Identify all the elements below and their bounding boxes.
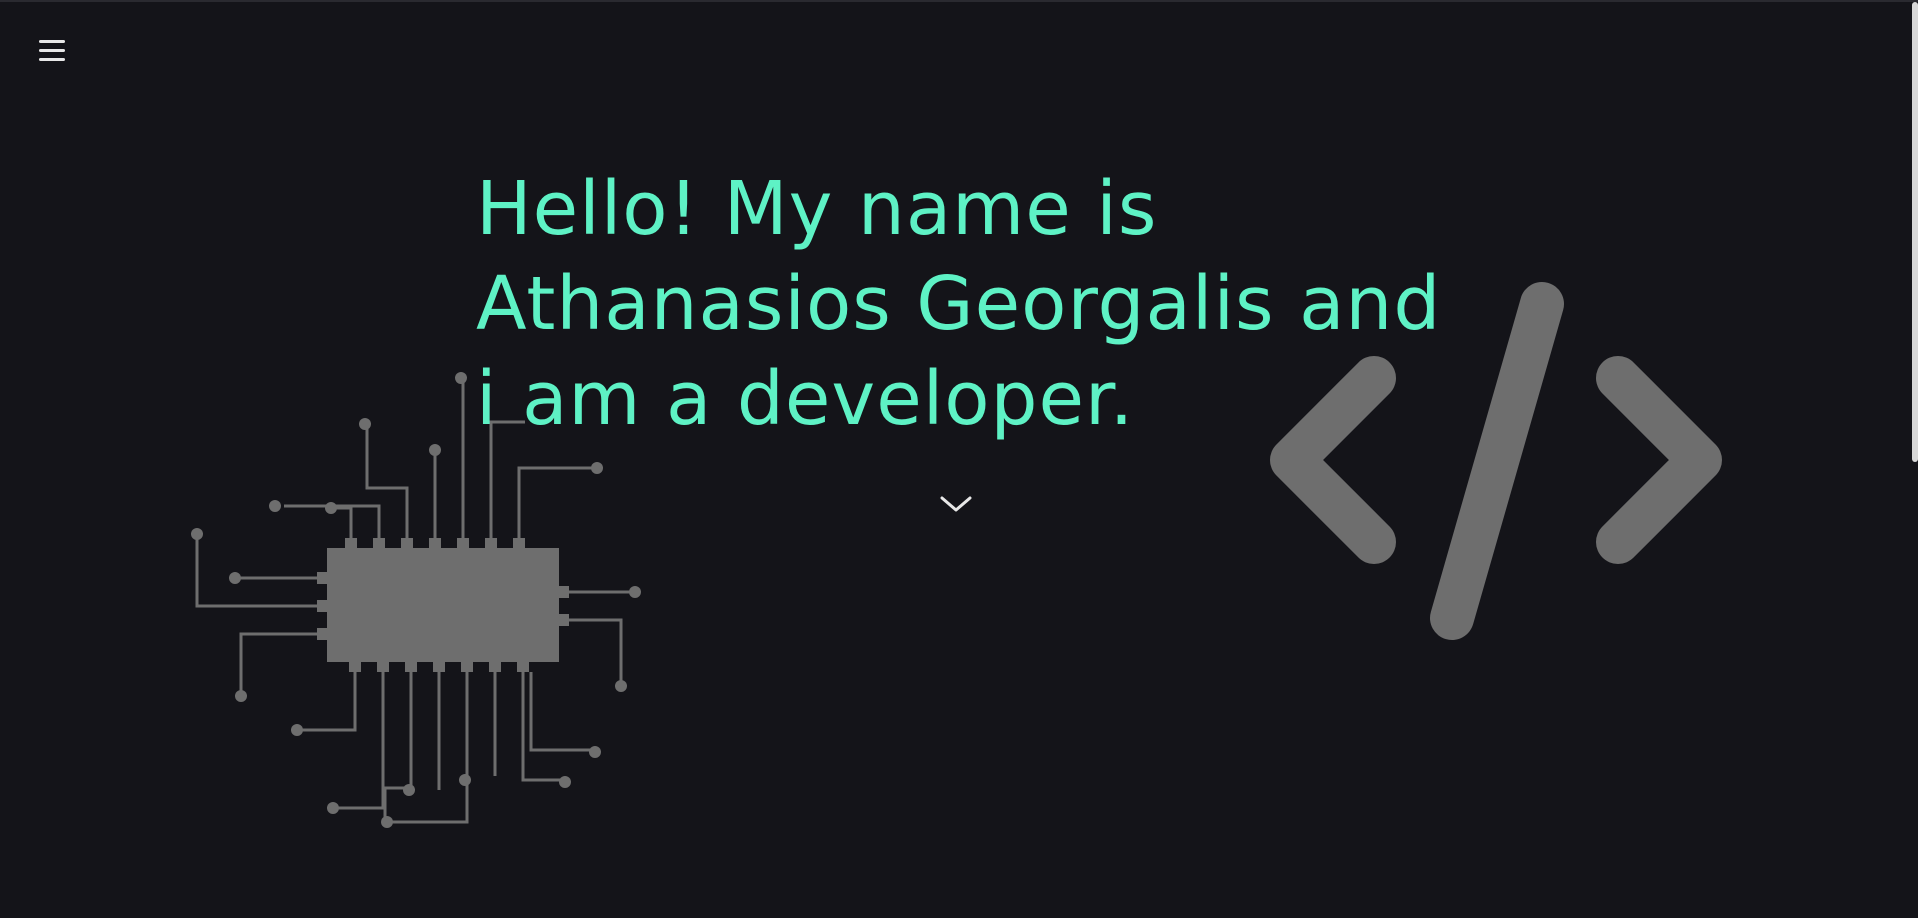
page: Hello! My name is Athanasios Georgalis a… bbox=[0, 0, 1918, 918]
menu-bar bbox=[39, 48, 65, 52]
menu-bar bbox=[39, 57, 65, 61]
hamburger-menu-icon[interactable] bbox=[36, 34, 68, 66]
hero-headline: Hello! My name is Athanasios Georgalis a… bbox=[476, 162, 1476, 447]
menu-bar bbox=[39, 39, 65, 43]
headline-line-1: Hello! My name is bbox=[476, 166, 1158, 252]
page-scrollbar[interactable] bbox=[1912, 2, 1918, 462]
chevron-down-icon bbox=[940, 496, 972, 512]
headline-line-3: i am a developer. bbox=[476, 356, 1135, 442]
scroll-down-button[interactable] bbox=[938, 490, 974, 520]
headline-line-2: Athanasios Georgalis and bbox=[476, 261, 1442, 347]
